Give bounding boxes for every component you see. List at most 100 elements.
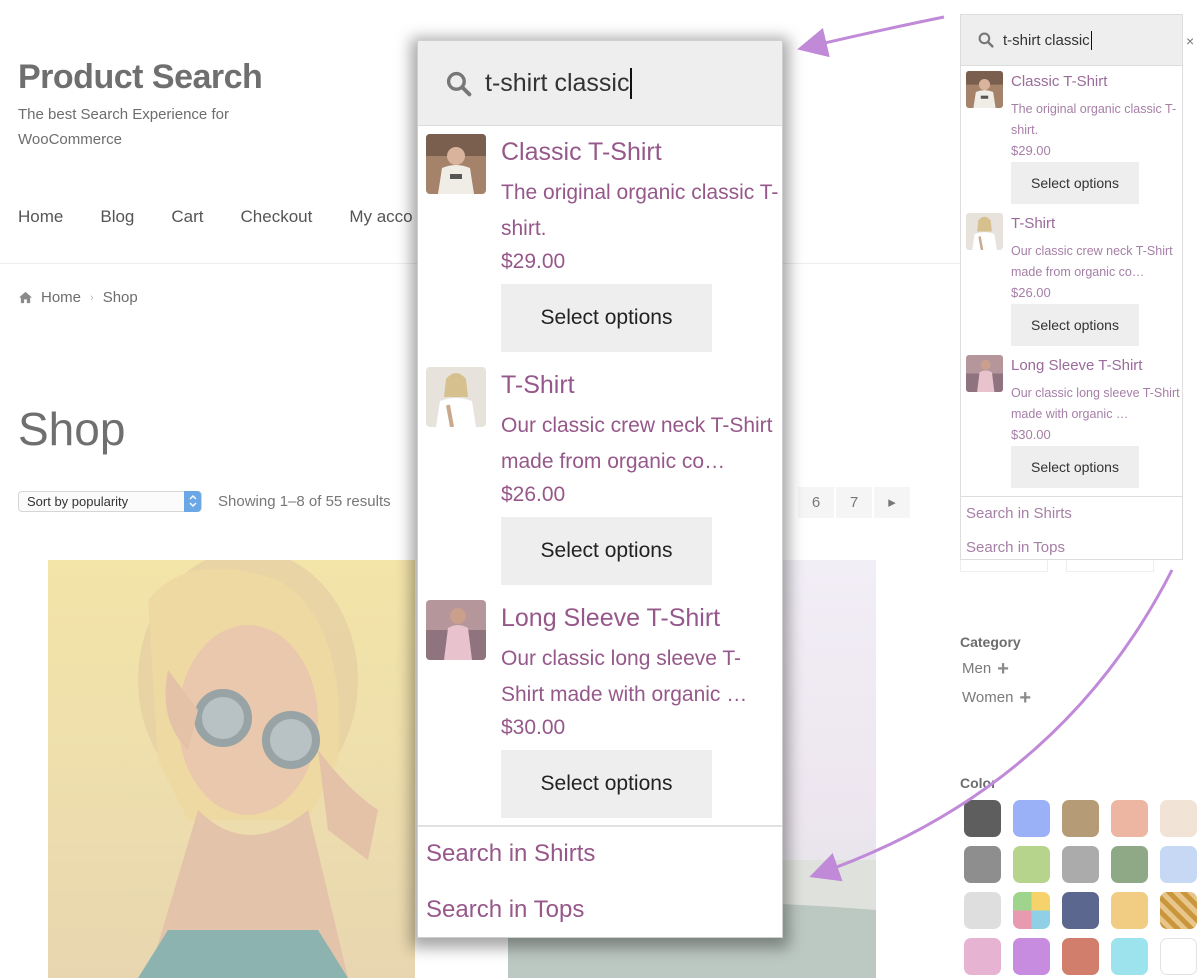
results-divider <box>418 825 782 827</box>
breadcrumb: Home › Shop <box>18 289 138 306</box>
search-query: t-shirt classic <box>1003 31 1090 49</box>
result-name[interactable]: T-Shirt <box>1011 215 1055 232</box>
result-name[interactable]: T-Shirt <box>501 371 575 400</box>
color-swatch[interactable] <box>964 846 1001 883</box>
select-options-button[interactable]: Select options <box>501 284 712 352</box>
color-swatch[interactable] <box>964 938 1001 975</box>
category-widget-title: Category <box>960 634 1021 650</box>
breadcrumb-current: Shop <box>102 289 138 306</box>
sort-select[interactable]: Sort by popularity <box>18 491 202 512</box>
nav-item-my-account[interactable]: My acco <box>349 207 412 227</box>
color-swatch[interactable] <box>1062 846 1099 883</box>
close-icon[interactable]: × <box>1186 33 1194 49</box>
primary-nav: Home Blog Cart Checkout My acco <box>18 207 450 227</box>
color-widget-title: Color <box>960 775 997 791</box>
result-name[interactable]: Classic T-Shirt <box>501 138 662 167</box>
search-result[interactable]: T-Shirt Our classic crew neck T-Shirt mad… <box>961 208 1182 350</box>
select-options-button[interactable]: Select options <box>501 750 712 818</box>
select-options-button[interactable]: Select options <box>1011 162 1139 204</box>
page-7[interactable]: 7 <box>836 487 872 518</box>
search-input-zoomed[interactable]: t-shirt classic <box>418 41 782 126</box>
nav-item-blog[interactable]: Blog <box>100 207 134 227</box>
result-name[interactable]: Long Sleeve T-Shirt <box>1011 357 1142 374</box>
sort-select-value: Sort by popularity <box>27 494 129 509</box>
search-result[interactable]: Long Sleeve T-Shirt Our classic long slee… <box>961 350 1182 492</box>
search-in-tops-link[interactable]: Search in Tops <box>961 531 1182 565</box>
result-count: Showing 1–8 of 55 results <box>218 493 391 510</box>
result-description: The original organic classic T-shirt. <box>501 181 779 240</box>
color-swatch[interactable] <box>1111 938 1148 975</box>
nav-item-cart[interactable]: Cart <box>171 207 203 227</box>
result-price: $30.00 <box>1011 427 1051 442</box>
result-name[interactable]: Classic T-Shirt <box>1011 73 1107 90</box>
search-result[interactable]: Classic T-Shirt The original organic clas… <box>961 66 1182 208</box>
product-thumbnail[interactable] <box>966 71 1003 108</box>
color-swatch[interactable] <box>1111 800 1148 837</box>
pagination: 6 7 ▸ <box>798 487 912 518</box>
text-caret <box>630 67 633 99</box>
color-swatch[interactable] <box>1160 800 1197 837</box>
text-caret <box>1090 30 1092 50</box>
breadcrumb-home[interactable]: Home <box>41 289 81 306</box>
product-thumbnail[interactable] <box>426 600 486 660</box>
search-in-shirts-link[interactable]: Search in Shirts <box>961 497 1182 531</box>
search-icon <box>978 32 994 48</box>
search-result[interactable]: Long Sleeve T-Shirt Our classic long slee… <box>418 592 782 825</box>
search-query: t-shirt classic <box>485 68 630 97</box>
color-swatch[interactable] <box>1062 938 1099 975</box>
search-in-shirts-link[interactable]: Search in Shirts <box>426 840 595 868</box>
plus-icon[interactable]: + <box>1019 688 1031 708</box>
search-input[interactable]: t-shirt classic <box>961 15 1182 66</box>
category-label: Women <box>962 689 1014 706</box>
product-thumbnail[interactable] <box>966 213 1003 250</box>
color-swatch[interactable] <box>964 892 1001 929</box>
color-swatch[interactable] <box>1013 846 1050 883</box>
color-swatch[interactable] <box>1013 800 1050 837</box>
select-options-button[interactable]: Select options <box>1011 304 1139 346</box>
color-swatch[interactable] <box>1160 938 1197 975</box>
result-description: Our classic crew neck T-Shirt made from … <box>501 414 773 473</box>
product-thumbnail[interactable] <box>426 367 486 427</box>
search-in-tops-link[interactable]: Search in Tops <box>426 896 584 924</box>
category-men[interactable]: Men + <box>962 659 1009 679</box>
select-options-button[interactable]: Select options <box>1011 446 1139 488</box>
arrow-to-popup-top <box>797 15 945 58</box>
product-thumbnail[interactable] <box>966 355 1003 392</box>
color-swatch[interactable] <box>1062 892 1099 929</box>
nav-item-checkout[interactable]: Checkout <box>241 207 313 227</box>
result-price: $26.00 <box>1011 285 1051 300</box>
result-description: Our classic long sleeve T-Shirt made wit… <box>501 647 748 706</box>
color-swatch[interactable] <box>1013 892 1050 929</box>
next-page-icon[interactable]: ▸ <box>874 487 910 518</box>
page-6[interactable]: 6 <box>798 487 834 518</box>
result-price: $26.00 <box>501 483 566 506</box>
result-price: $29.00 <box>501 250 566 273</box>
plus-icon[interactable]: + <box>997 659 1009 679</box>
color-swatch[interactable] <box>1160 892 1197 929</box>
search-result[interactable]: T-Shirt Our classic crew neck T-Shirt mad… <box>418 359 782 592</box>
color-swatch[interactable] <box>964 800 1001 837</box>
result-price: $29.00 <box>1011 143 1051 158</box>
result-price: $30.00 <box>501 716 566 739</box>
category-label: Men <box>962 660 992 677</box>
product-thumbnail[interactable] <box>426 134 486 194</box>
select-stepper-icon <box>184 491 201 512</box>
category-women[interactable]: Women + <box>962 688 1031 708</box>
nav-item-home[interactable]: Home <box>18 207 63 227</box>
select-options-button[interactable]: Select options <box>501 517 712 585</box>
result-name[interactable]: Long Sleeve T-Shirt <box>501 604 720 633</box>
product-image-woman-sunglasses[interactable] <box>48 560 415 978</box>
page-title: Shop <box>18 403 126 455</box>
search-result[interactable]: Classic T-Shirt The original organic clas… <box>418 126 782 359</box>
color-swatch[interactable] <box>1160 846 1197 883</box>
color-swatch[interactable] <box>1013 938 1050 975</box>
result-description: The original organic classic T-shirt. <box>1011 102 1177 137</box>
color-swatch[interactable] <box>1111 892 1148 929</box>
color-swatch[interactable] <box>1111 846 1148 883</box>
search-results-small: Classic T-Shirt The original organic clas… <box>961 66 1182 492</box>
home-icon <box>19 291 32 304</box>
color-swatches <box>964 800 1197 975</box>
search-widget-small: t-shirt classic Classic T-Shirt The origi… <box>960 14 1183 560</box>
site-title[interactable]: Product Search <box>18 58 263 97</box>
color-swatch[interactable] <box>1062 800 1099 837</box>
